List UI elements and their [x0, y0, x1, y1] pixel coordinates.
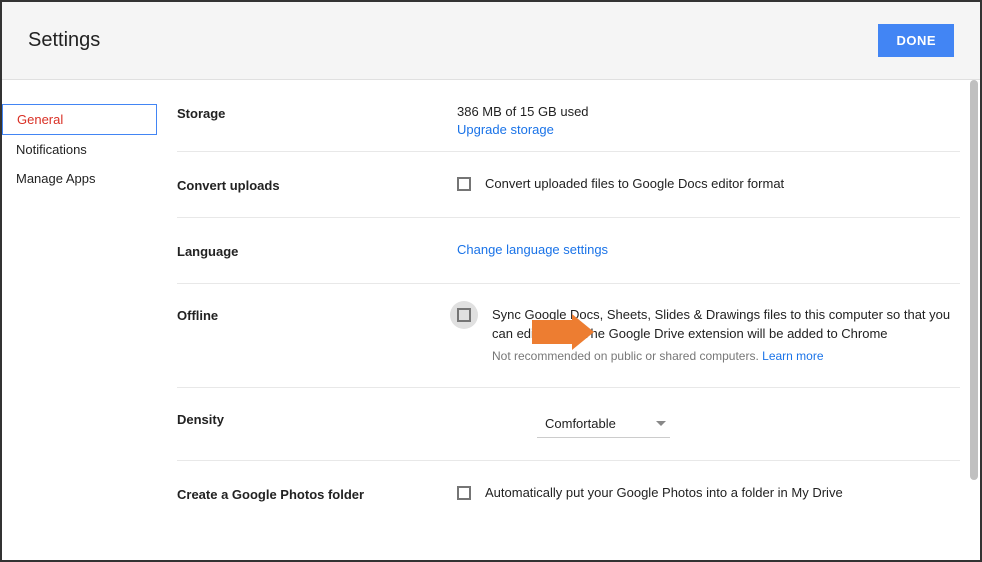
sidebar-item-manage-apps[interactable]: Manage Apps: [2, 164, 157, 193]
dialog-title: Settings: [28, 29, 100, 52]
convert-content: Convert uploaded files to Google Docs ed…: [457, 176, 960, 193]
language-content: Change language settings: [457, 242, 960, 259]
sidebar-item-notifications[interactable]: Notifications: [2, 135, 157, 164]
convert-label: Convert uploads: [177, 176, 457, 193]
storage-content: 386 MB of 15 GB used Upgrade storage: [457, 104, 960, 137]
offline-text-block: Sync Google Docs, Sheets, Slides & Drawi…: [492, 306, 960, 365]
offline-learn-more-link[interactable]: Learn more: [762, 349, 823, 363]
language-label: Language: [177, 242, 457, 259]
section-photos: Create a Google Photos folder Automatica…: [177, 461, 960, 526]
chevron-down-icon: [656, 421, 666, 426]
density-label: Density: [177, 410, 457, 438]
scrollbar[interactable]: [970, 80, 978, 560]
section-convert: Convert uploads Convert uploaded files t…: [177, 152, 960, 218]
section-language: Language Change language settings: [177, 218, 960, 284]
done-button[interactable]: DONE: [878, 24, 954, 57]
sidebar-item-general[interactable]: General: [2, 104, 157, 135]
settings-dialog: Settings DONE General Notifications Mana…: [0, 0, 982, 562]
dialog-body: General Notifications Manage Apps Storag…: [2, 80, 980, 560]
offline-checkbox[interactable]: [457, 308, 471, 322]
scrollbar-thumb[interactable]: [970, 80, 978, 480]
photos-text: Automatically put your Google Photos int…: [485, 485, 843, 500]
offline-subtext-row: Not recommended on public or shared comp…: [492, 348, 960, 365]
offline-content: Sync Google Docs, Sheets, Slides & Drawi…: [457, 306, 960, 365]
offline-subtext: Not recommended on public or shared comp…: [492, 349, 762, 363]
convert-checkbox[interactable]: [457, 177, 471, 191]
sidebar: General Notifications Manage Apps: [2, 80, 157, 560]
dialog-header: Settings DONE: [2, 2, 980, 80]
language-link[interactable]: Change language settings: [457, 242, 608, 257]
settings-main: Storage 386 MB of 15 GB used Upgrade sto…: [157, 80, 980, 560]
offline-label: Offline: [177, 306, 457, 365]
section-density: Density Comfortable: [177, 388, 960, 461]
photos-content: Automatically put your Google Photos int…: [457, 485, 960, 502]
storage-usage: 386 MB of 15 GB used: [457, 104, 960, 119]
upgrade-storage-link[interactable]: Upgrade storage: [457, 122, 554, 137]
section-offline: Offline Sync Google Docs, Sheets, Slides…: [177, 284, 960, 388]
offline-checkbox-highlight: [450, 301, 478, 329]
section-storage: Storage 386 MB of 15 GB used Upgrade sto…: [177, 104, 960, 152]
offline-text: Sync Google Docs, Sheets, Slides & Drawi…: [492, 307, 950, 341]
photos-label: Create a Google Photos folder: [177, 485, 457, 502]
convert-text: Convert uploaded files to Google Docs ed…: [485, 176, 784, 191]
density-value: Comfortable: [545, 416, 616, 431]
photos-checkbox[interactable]: [457, 486, 471, 500]
storage-label: Storage: [177, 104, 457, 137]
density-dropdown[interactable]: Comfortable: [537, 410, 670, 438]
density-content: Comfortable: [457, 410, 960, 438]
